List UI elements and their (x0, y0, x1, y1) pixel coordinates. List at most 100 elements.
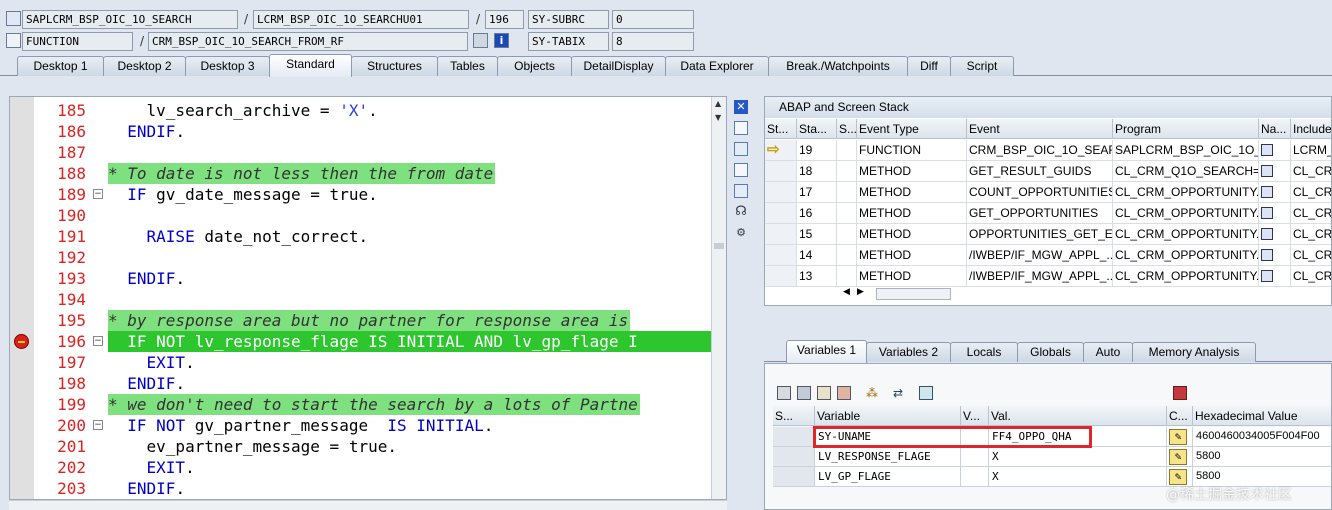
services-icon[interactable]: ☊ (734, 205, 748, 219)
scroll-up-icon[interactable]: ▲ (715, 99, 721, 108)
code-line[interactable]: 191 RAISE date_not_correct. (10, 226, 712, 247)
tab-script[interactable]: Script (950, 56, 1014, 76)
full-screen-icon[interactable] (734, 184, 748, 198)
tab-data-explorer[interactable]: Data Explorer (665, 56, 769, 76)
scroll-thumb[interactable] (714, 243, 724, 249)
code-line[interactable]: 200− IF NOT gv_partner_message IS INITIA… (10, 415, 712, 436)
stack-column-header[interactable]: St... (765, 119, 797, 139)
code-line[interactable]: 187 (10, 142, 712, 163)
variables-column-header[interactable]: Variable (815, 406, 961, 426)
stack-scroll-thumb[interactable] (876, 288, 951, 300)
stack-column-header[interactable]: Include (1291, 119, 1331, 139)
change-value-cell[interactable]: ✎ (1167, 447, 1193, 467)
stack-column-header[interactable]: Program (1113, 119, 1259, 139)
code-line[interactable]: 196− IF NOT lv_response_flage IS INITIAL… (10, 331, 712, 352)
scroll-left-icon[interactable]: ◀ (843, 287, 850, 297)
breakpoint-marker-icon[interactable] (14, 334, 29, 349)
variables-column-header[interactable]: S... (773, 406, 815, 426)
stack-row[interactable]: 18 METHOD GET_RESULT_GUIDS CL_CRM_Q1O_SEARC… (765, 161, 1331, 182)
editor-vertical-scrollbar[interactable]: ▲ ▼ (711, 97, 726, 499)
tab-standard[interactable]: Standard (269, 54, 352, 77)
sy-subrc-value[interactable]: 0 (612, 10, 694, 29)
tab-objects[interactable]: Objects (497, 56, 572, 76)
stack-horizontal-scrollbar[interactable]: ◀ ▶ (843, 287, 963, 301)
code-line[interactable]: 202 EXIT. (10, 457, 712, 478)
source-code-editor[interactable]: 185 lv_search_archive = 'X'. 186 ENDIF. 18… (9, 96, 727, 500)
new-tool-icon[interactable] (734, 121, 748, 135)
tab-structures[interactable]: Structures (351, 56, 438, 76)
delete-icon[interactable] (777, 386, 791, 400)
program-field[interactable]: SAPLCRM_BSP_OIC_1O_SEARCH (22, 10, 238, 29)
code-line[interactable]: 189− IF gv_date_message = true. (10, 184, 712, 205)
source-navigate-icon[interactable] (1261, 186, 1273, 198)
tab-locals[interactable]: Locals (950, 342, 1018, 362)
variables-column-header[interactable]: Hexadecimal Value (1193, 406, 1331, 426)
tree-icon[interactable]: ⁂ (865, 386, 879, 400)
stack-row[interactable]: 16 METHOD GET_OPPORTUNITIES CL_CRM_OPPORTUN… (765, 203, 1331, 224)
variables-column-header[interactable]: V... (961, 406, 989, 426)
tab-globals[interactable]: Globals (1017, 342, 1084, 362)
tab-desktop-2[interactable]: Desktop 2 (103, 56, 186, 76)
editor-horizontal-scrollbar[interactable] (9, 500, 727, 510)
close-icon[interactable]: ✕ (734, 100, 748, 114)
stack-column-header[interactable]: Sta... (797, 119, 837, 139)
source-navigate-icon[interactable] (1261, 165, 1273, 177)
source-navigate-icon[interactable] (1261, 207, 1273, 219)
tab-variables-1[interactable]: Variables 1 (786, 340, 867, 363)
edit-pencil-icon[interactable]: ✎ (1169, 429, 1187, 445)
code-line[interactable]: 190 (10, 205, 712, 226)
tab-auto[interactable]: Auto (1083, 342, 1133, 362)
stack-column-header[interactable]: Na... (1259, 119, 1291, 139)
code-line[interactable]: 186 ENDIF. (10, 121, 712, 142)
tab-break-watchpoints[interactable]: Break./Watchpoints (768, 56, 908, 76)
scroll-right-icon[interactable]: ▶ (857, 287, 864, 297)
code-line[interactable]: 195 * by response area but no partner for… (10, 310, 712, 331)
variables-column-header[interactable]: C... (1167, 406, 1193, 426)
source-navigate-icon[interactable] (1261, 249, 1273, 261)
code-line[interactable]: 199 * we don't need to start the search b… (10, 394, 712, 415)
save-icon[interactable] (1173, 386, 1187, 400)
code-line[interactable]: 197 EXIT. (10, 352, 712, 373)
insert-icon[interactable] (919, 386, 933, 400)
code-line[interactable]: 192 (10, 247, 712, 268)
tab-tables[interactable]: Tables (437, 56, 498, 76)
local-list-icon[interactable] (817, 386, 831, 400)
display-icon[interactable] (473, 33, 488, 48)
line-number-field[interactable]: 196 (485, 10, 524, 29)
edit-pencil-icon[interactable]: ✎ (1169, 449, 1187, 465)
variable-name-input[interactable]: LV_GP_FLAGE (815, 467, 961, 487)
stack-row[interactable]: 14 METHOD/IWBEP/IF_MGW_APPL_... CL_CRM_OPP… (765, 245, 1331, 266)
save-layout-icon[interactable] (837, 386, 851, 400)
tab-memory-analysis[interactable]: Memory Analysis (1132, 342, 1256, 362)
tab-diff[interactable]: Diff (907, 56, 951, 76)
maximize-icon[interactable] (734, 163, 748, 177)
tab-variables-2[interactable]: Variables 2 (866, 342, 951, 362)
stack-column-header[interactable]: Event (967, 119, 1113, 139)
row-selector[interactable] (773, 447, 815, 467)
code-line[interactable]: 185 lv_search_archive = 'X'. (10, 100, 712, 121)
row-selector[interactable] (773, 467, 815, 487)
tab-desktop-3[interactable]: Desktop 3 (185, 56, 270, 76)
stack-row[interactable]: 13 METHOD/IWBEP/IF_MGW_APPL_... CL_CRM_OPP… (765, 266, 1331, 287)
source-navigate-icon[interactable] (1261, 228, 1273, 240)
settings-icon[interactable]: ⚙ (734, 226, 748, 240)
stack-row[interactable]: 15 METHOD OPPORTUNITIES_GET_E... CL_CRM_OPP… (765, 224, 1331, 245)
display-details-icon[interactable] (797, 386, 811, 400)
code-line[interactable]: 203 ENDIF. (10, 478, 712, 499)
tab-desktop-1[interactable]: Desktop 1 (17, 56, 104, 76)
stack-row[interactable]: ⇨ 19 FUNCTION CRM_BSP_OIC_1O_SEAR... SAPLCRM… (765, 140, 1331, 161)
stack-column-header[interactable]: Event Type (857, 119, 967, 139)
navigate-icon[interactable]: ⇄ (891, 386, 905, 400)
edit-pencil-icon[interactable]: ✎ (1169, 469, 1187, 485)
source-navigate-icon[interactable] (1261, 270, 1273, 282)
scroll-down-icon[interactable]: ▼ (715, 113, 721, 122)
code-line[interactable]: 188 * To date is not less then the from d… (10, 163, 712, 184)
fold-toggle-icon[interactable]: − (93, 189, 103, 199)
include-field[interactable]: LCRM_BSP_OIC_1O_SEARCHU01 (253, 10, 469, 29)
stack-column-header[interactable]: S... (837, 119, 857, 139)
row-selector[interactable] (773, 427, 815, 447)
code-line[interactable]: 198 ENDIF. (10, 373, 712, 394)
tab-detaildisplay[interactable]: DetailDisplay (571, 56, 666, 76)
info-icon[interactable]: i (494, 33, 509, 48)
code-line[interactable]: 193 ENDIF. (10, 268, 712, 289)
